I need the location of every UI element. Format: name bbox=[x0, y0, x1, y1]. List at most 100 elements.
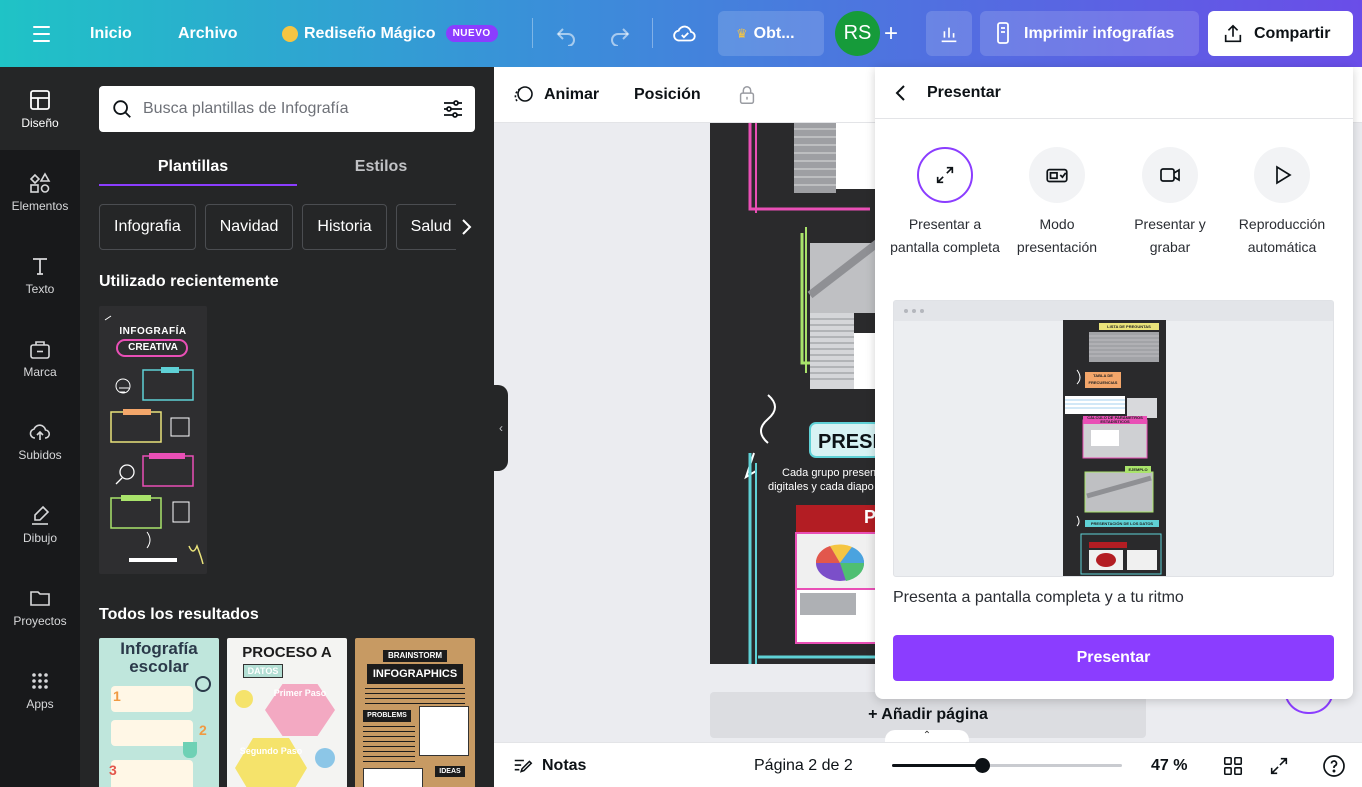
atom-icon bbox=[195, 676, 211, 692]
template-search-box[interactable] bbox=[99, 86, 475, 132]
menu-hamburger-icon[interactable] bbox=[26, 0, 56, 67]
crown-icon bbox=[282, 25, 298, 42]
chip-navidad[interactable]: Navidad bbox=[204, 204, 294, 250]
text-icon bbox=[33, 257, 47, 275]
rail-item-apps[interactable]: Apps bbox=[0, 648, 80, 731]
rail-item-text[interactable]: Texto bbox=[0, 233, 80, 316]
undo-button[interactable] bbox=[554, 0, 578, 67]
rail-item-projects[interactable]: Proyectos bbox=[0, 565, 80, 648]
undo-icon bbox=[556, 27, 575, 46]
fullscreen-button[interactable] bbox=[1268, 743, 1290, 787]
recent-template-thumbnail[interactable]: INFOGRAFÍA CREATIVA bbox=[99, 306, 207, 574]
option-present-and-record[interactable]: Presentar y grabar bbox=[1114, 147, 1226, 259]
share-button[interactable]: Compartir bbox=[1208, 11, 1353, 56]
apps-grid-icon bbox=[32, 672, 48, 689]
search-input[interactable] bbox=[143, 100, 433, 118]
lock-icon bbox=[739, 86, 755, 104]
user-avatar[interactable]: RS bbox=[835, 11, 880, 56]
page-indicator[interactable]: Página 2 de 2 bbox=[754, 743, 853, 787]
rail-item-elements[interactable]: Elementos bbox=[0, 150, 80, 233]
chevron-left-icon: ‹ bbox=[499, 421, 503, 435]
upload-cloud-icon bbox=[29, 423, 51, 440]
collapse-panel-button[interactable]: ‹ bbox=[494, 385, 508, 471]
folder-icon bbox=[30, 590, 50, 606]
rail-label: Marca bbox=[23, 364, 57, 379]
draw-icon bbox=[32, 505, 50, 525]
option-fullscreen-present[interactable]: Presentar a pantalla completa bbox=[889, 147, 1001, 259]
position-button[interactable]: Posición bbox=[634, 67, 701, 123]
home-link[interactable]: Inicio bbox=[90, 0, 132, 67]
rail-item-draw[interactable]: Dibujo bbox=[0, 482, 80, 565]
result-2-title: PROCESO A bbox=[242, 644, 332, 661]
add-collaborator-button[interactable]: + bbox=[884, 0, 898, 67]
recent-thumbnail-title-1: INFOGRAFÍA bbox=[119, 326, 187, 337]
zoom-slider-handle[interactable] bbox=[975, 758, 990, 773]
rail-item-uploads[interactable]: Subidos bbox=[0, 399, 80, 482]
filter-sliders-icon[interactable] bbox=[441, 97, 465, 121]
print-tall-icon bbox=[997, 21, 1009, 44]
brand-icon bbox=[30, 340, 50, 359]
present-button[interactable]: Presentar bbox=[893, 635, 1334, 681]
animate-button[interactable]: Animar bbox=[512, 67, 599, 123]
notes-button[interactable]: Notas bbox=[512, 743, 586, 787]
crown-icon: ♛ bbox=[736, 25, 748, 41]
option-presenter-mode[interactable]: Modo presentación bbox=[1001, 147, 1113, 259]
tab-templates[interactable]: Plantillas bbox=[99, 147, 287, 187]
rail-label: Texto bbox=[25, 281, 55, 296]
panel-tabs: Plantillas Estilos bbox=[99, 147, 475, 187]
chevron-right-icon bbox=[462, 219, 472, 235]
help-button[interactable] bbox=[1322, 743, 1346, 787]
insights-button[interactable] bbox=[926, 11, 972, 56]
divider bbox=[532, 18, 533, 48]
rail-item-brand[interactable]: Marca bbox=[0, 316, 80, 399]
option-autoplay[interactable]: Reproducción automática bbox=[1226, 147, 1338, 259]
chip-infografia[interactable]: Infografia bbox=[99, 204, 196, 250]
notes-pencil-icon bbox=[514, 759, 533, 773]
category-chips: Infografia Navidad Historia Salud bbox=[99, 204, 475, 250]
expand-arrows-icon bbox=[936, 166, 954, 184]
result-3-text-lines bbox=[365, 688, 465, 706]
print-infographics-button[interactable]: Imprimir infografías bbox=[980, 11, 1199, 56]
presenter-mode-icon bbox=[1046, 168, 1068, 183]
cloud-save-status[interactable] bbox=[672, 0, 698, 67]
lock-button[interactable] bbox=[736, 67, 758, 123]
chip-historia[interactable]: Historia bbox=[302, 204, 387, 250]
present-panel-title: Presentar bbox=[927, 83, 1001, 101]
upgrade-button[interactable]: ♛ Obt... bbox=[718, 11, 824, 56]
design-canvas-page[interactable]: PRESE Cada grupo present digitales y cad… bbox=[710, 123, 880, 664]
zoom-slider-fill bbox=[892, 764, 982, 767]
question-mark-icon: ? bbox=[419, 706, 469, 756]
bulb-icon bbox=[235, 690, 253, 708]
zoom-level[interactable]: 47 % bbox=[1151, 743, 1187, 787]
expand-icon bbox=[1270, 757, 1288, 774]
preview-label: LISTA DE PREGUNTAS bbox=[1099, 323, 1159, 330]
redo-button[interactable] bbox=[608, 0, 632, 67]
preview-label: CÁLCULO DE PARÁMETROS ESTADÍSTICOS bbox=[1083, 416, 1147, 424]
result-template-brainstorm[interactable]: BRAINSTORM INFOGRAPHICS PROBLEMS ? IDEAS bbox=[355, 638, 475, 787]
play-icon bbox=[1276, 165, 1292, 185]
bottom-status-bar: Notas Página 2 de 2 47 % bbox=[494, 742, 1362, 787]
result-template-proceso-datos[interactable]: PROCESO A DATOS Primer Paso Segundo Paso bbox=[227, 638, 347, 787]
option-label: Presentar y grabar bbox=[1134, 216, 1206, 255]
grid-view-button[interactable] bbox=[1222, 743, 1244, 787]
rail-label: Proyectos bbox=[13, 613, 67, 628]
magic-redesign-button[interactable]: Rediseño Mágico NUEVO bbox=[282, 0, 498, 67]
back-chevron-icon[interactable] bbox=[893, 83, 909, 103]
rail-item-design[interactable]: Diseño bbox=[0, 67, 80, 150]
all-results-heading: Todos los resultados bbox=[99, 606, 259, 623]
result-3-title: BRAINSTORM bbox=[383, 650, 447, 662]
canvas-caption-line-1: Cada grupo present bbox=[782, 467, 880, 479]
recent-thumbnail-title-2: CREATIVA bbox=[128, 342, 178, 353]
plus-icon: + bbox=[884, 19, 899, 47]
file-menu[interactable]: Archivo bbox=[178, 0, 238, 67]
upgrade-label: Obt... bbox=[753, 24, 795, 42]
chips-next-button[interactable] bbox=[456, 204, 476, 250]
zoom-slider-track[interactable] bbox=[892, 758, 1122, 773]
present-mode-description: Presenta a pantalla completa y a tu ritm… bbox=[893, 589, 1184, 606]
result-2-subtitle: DATOS bbox=[243, 664, 283, 678]
result-template-infografia-escolar[interactable]: Infografía escolar 1 2 3 bbox=[99, 638, 219, 787]
preview-artwork bbox=[1063, 320, 1166, 576]
tab-styles[interactable]: Estilos bbox=[287, 147, 475, 187]
option-icon-wrap bbox=[1142, 147, 1198, 203]
shapes-icon bbox=[29, 171, 51, 193]
